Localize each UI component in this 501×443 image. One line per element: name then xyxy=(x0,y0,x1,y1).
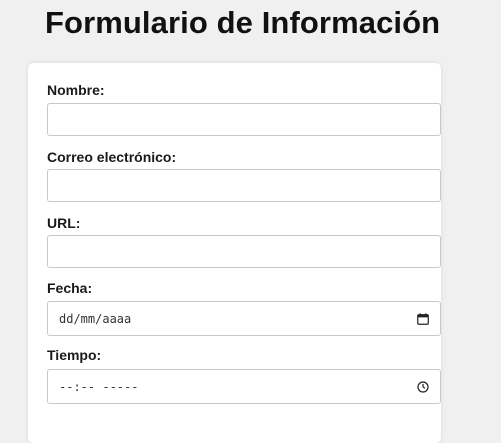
email-input[interactable] xyxy=(47,169,441,202)
url-label: URL: xyxy=(47,215,81,231)
name-label: Nombre: xyxy=(47,82,105,98)
information-form: Nombre: Correo electrónico: URL: Fecha: … xyxy=(28,63,441,443)
time-placeholder: --:-- ----- xyxy=(59,379,139,394)
url-input[interactable] xyxy=(47,235,441,268)
email-label: Correo electrónico: xyxy=(47,149,177,165)
date-label: Fecha: xyxy=(47,280,93,296)
calendar-icon[interactable] xyxy=(417,312,429,325)
clock-icon[interactable] xyxy=(417,380,429,393)
name-input[interactable] xyxy=(47,103,441,136)
page-title: Formulario de Información xyxy=(45,5,441,40)
date-input[interactable]: dd/mm/aaaa xyxy=(47,301,441,336)
time-label: Tiempo: xyxy=(47,347,102,363)
date-placeholder: dd/mm/aaaa xyxy=(59,311,132,326)
time-input[interactable]: --:-- ----- xyxy=(47,369,441,404)
